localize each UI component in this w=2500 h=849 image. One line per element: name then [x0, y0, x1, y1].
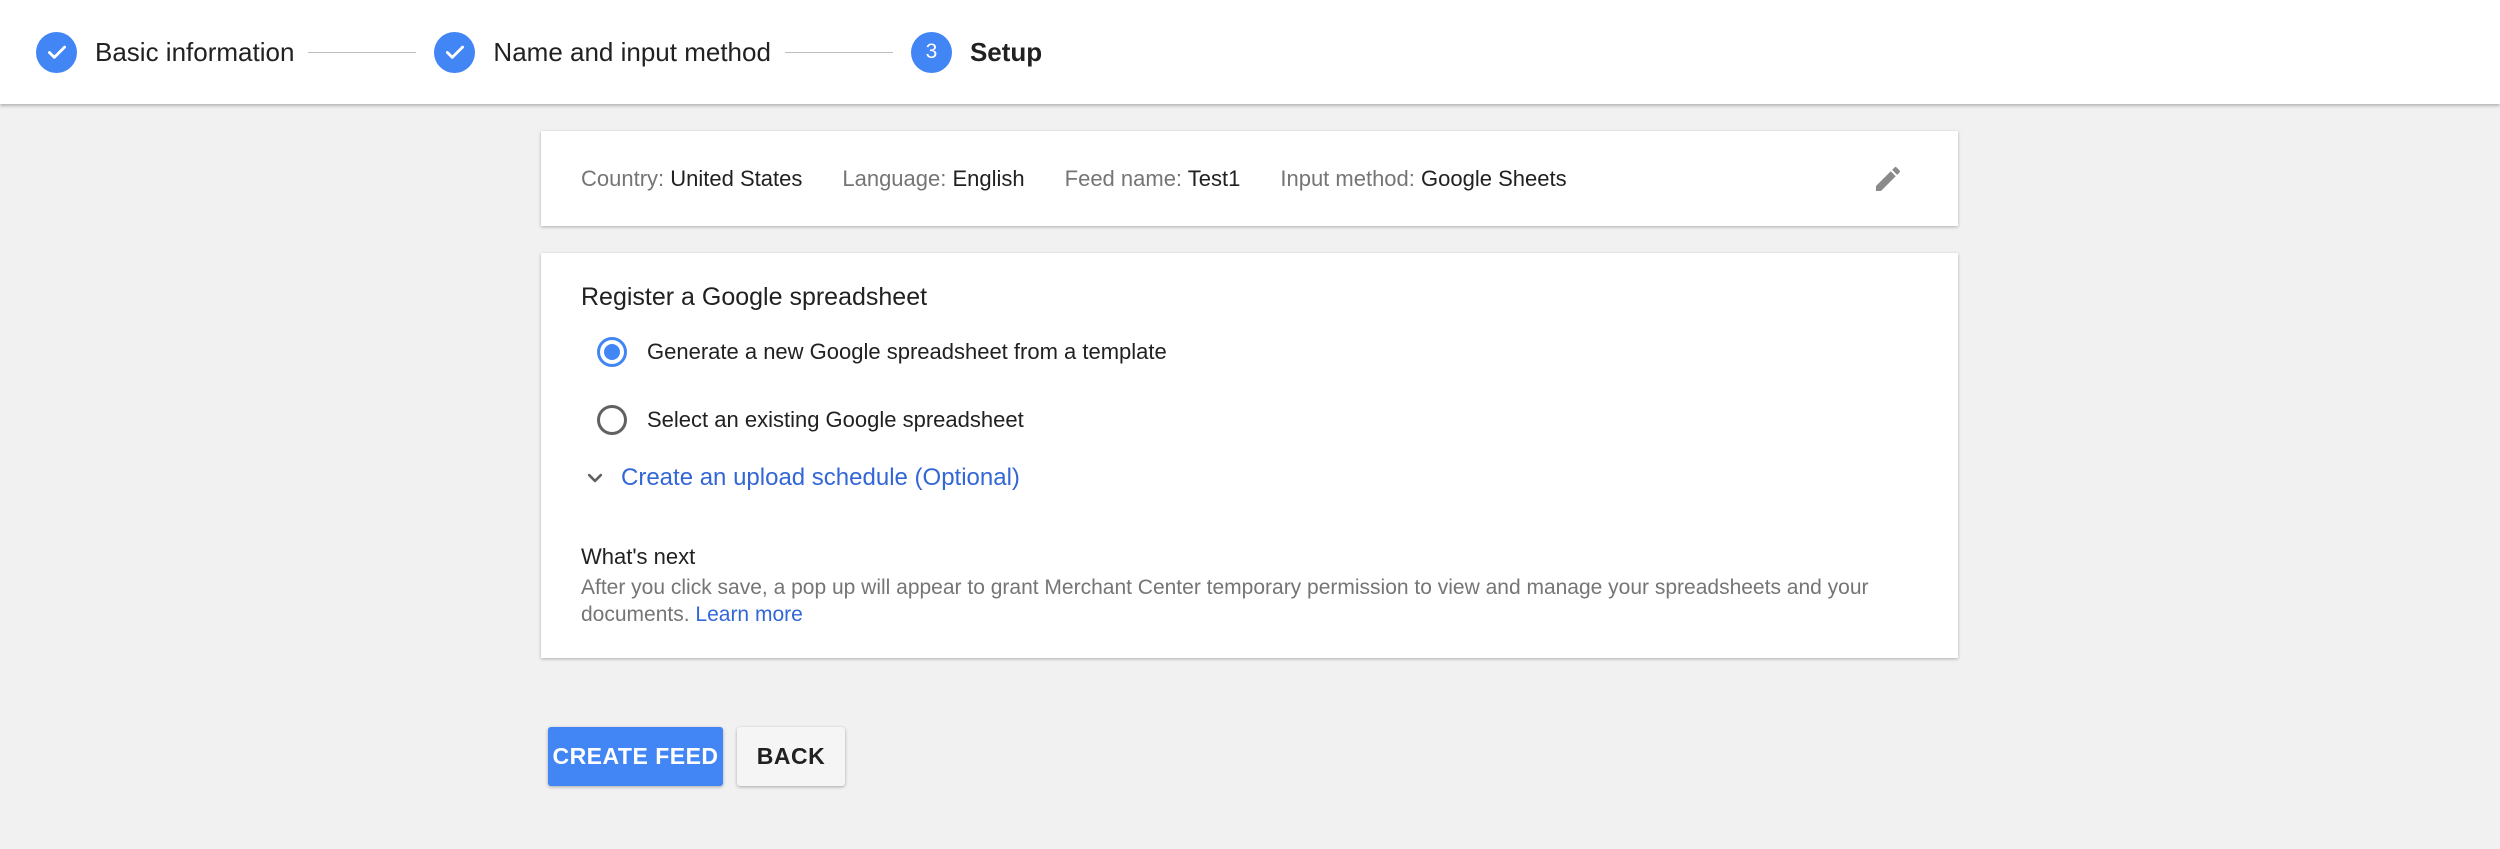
radio-label: Select an existing Google spreadsheet — [647, 407, 1024, 432]
whats-next-body: After you click save, a pop up will appe… — [581, 574, 1918, 628]
step-complete-checkmark-icon — [434, 31, 476, 73]
step-label: Basic information — [95, 36, 295, 67]
step-label-current: Setup — [969, 36, 1043, 67]
create-feed-button[interactable]: CREATE FEED — [548, 727, 723, 786]
summary-value: English — [952, 165, 1025, 191]
radio-button-checked[interactable] — [597, 337, 627, 367]
whats-next-title: What's next — [581, 544, 696, 569]
summary-key: Feed name: — [1064, 165, 1183, 191]
learn-more-link[interactable]: Learn more — [695, 603, 802, 626]
summary-input-method: Input method: Google Sheets — [1280, 166, 1566, 192]
summary-feed-name: Feed name: Test1 — [1065, 166, 1241, 192]
step-setup: 3 Setup — [910, 31, 1043, 73]
summary-value: Test1 — [1187, 165, 1241, 191]
radio-label: Generate a new Google spreadsheet from a… — [647, 339, 1167, 364]
edit-pencil-icon[interactable] — [1872, 163, 1904, 195]
radio-generate-from-template[interactable]: Generate a new Google spreadsheet from a… — [597, 332, 1918, 372]
upload-schedule-link[interactable]: Create an upload schedule (Optional) — [621, 464, 1020, 492]
step-label: Name and input method — [493, 36, 771, 67]
feed-summary-card: Country: United States Language: English… — [541, 131, 1958, 226]
summary-value: United States — [670, 165, 803, 191]
step-connector — [308, 51, 417, 53]
step-name-and-input-method[interactable]: Name and input method — [434, 31, 771, 73]
step-basic-information[interactable]: Basic information — [36, 31, 295, 73]
whats-next-section: What's next After you click save, a pop … — [581, 544, 1918, 628]
step-number-badge: 3 — [910, 31, 952, 73]
summary-language: Language: English — [842, 166, 1024, 192]
radio-dot — [604, 344, 620, 360]
stepper: Basic information Name and input method … — [0, 0, 2500, 104]
upload-schedule-expander[interactable]: Create an upload schedule (Optional) — [581, 464, 1918, 492]
step-connector — [784, 51, 893, 53]
section-title: Register a Google spreadsheet — [581, 283, 928, 311]
back-button[interactable]: BACK — [737, 727, 845, 786]
summary-key: Input method: — [1280, 165, 1415, 191]
chevron-down-icon — [587, 473, 603, 483]
step-complete-checkmark-icon — [36, 31, 77, 73]
summary-country: Country: United States — [581, 166, 802, 192]
summary-key: Language: — [842, 165, 947, 191]
register-spreadsheet-card: Register a Google spreadsheet Generate a… — [541, 253, 1958, 658]
radio-button-unchecked[interactable] — [597, 405, 627, 435]
radio-select-existing[interactable]: Select an existing Google spreadsheet — [597, 400, 1918, 440]
summary-key: Country: — [581, 165, 665, 191]
summary-value: Google Sheets — [1421, 165, 1567, 191]
